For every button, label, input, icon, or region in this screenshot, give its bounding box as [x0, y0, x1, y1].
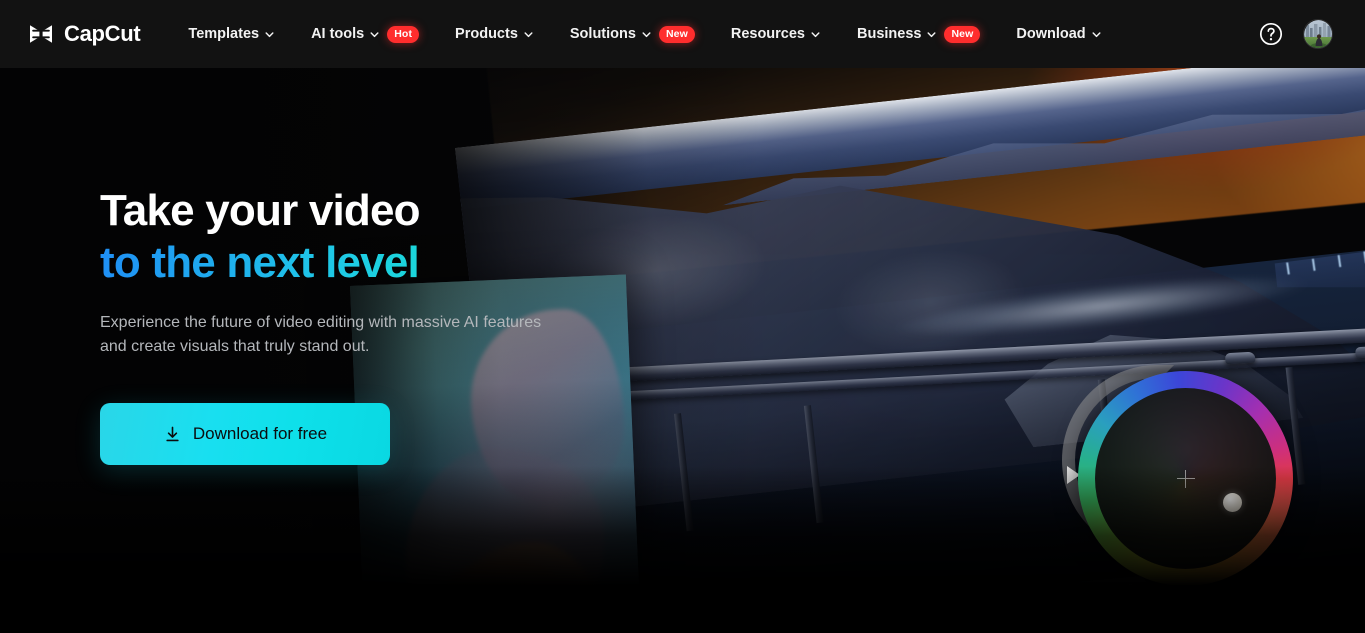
nav-badge-hot: Hot [387, 25, 420, 43]
headline-line-2: to the next level [100, 237, 620, 289]
color-wheel-center-crosshair-icon [1176, 469, 1195, 488]
nav-badge-new: New [944, 25, 981, 43]
color-wheel-handle[interactable] [1223, 493, 1242, 512]
brand-name: CapCut [64, 21, 141, 46]
nav-item-ai-tools[interactable]: AI tools Hot [293, 0, 437, 68]
nav-item-label: Business [857, 25, 922, 42]
hero-section: 13.99 105.19 112.97 Take your video to t… [0, 68, 1365, 586]
capcut-logo-icon [27, 23, 55, 45]
chevron-down-icon [926, 29, 937, 40]
nav-item-label: Resources [730, 25, 805, 42]
page-root: CapCut Templates AI tools Hot Products S… [0, 0, 1365, 633]
top-navigation-bar: CapCut Templates AI tools Hot Products S… [0, 0, 1365, 68]
chevron-down-icon [264, 29, 275, 40]
page-bottom-band [0, 586, 1365, 633]
chevron-down-icon [1091, 29, 1102, 40]
capcut-logo[interactable]: CapCut [27, 21, 141, 46]
nav-item-download[interactable]: Download [998, 0, 1119, 68]
nav-item-label: Solutions [569, 25, 636, 42]
chevron-down-icon [810, 29, 821, 40]
download-for-free-button[interactable]: Download for free [100, 403, 390, 466]
help-circle-icon[interactable] [1259, 22, 1283, 46]
nav-item-resources[interactable]: Resources [713, 0, 839, 68]
nav-item-label: Templates [188, 25, 260, 42]
nav-item-business[interactable]: Business New [839, 0, 998, 68]
headline-line-1: Take your video [100, 186, 421, 235]
nav-badge-new: New [658, 25, 695, 43]
nav-item-label: Download [1016, 25, 1086, 42]
chevron-down-icon [369, 29, 380, 40]
color-value-chip[interactable]: 13.99 [1072, 575, 1149, 586]
chevron-down-icon [641, 29, 652, 40]
chevron-down-icon [523, 29, 534, 40]
nav-item-solutions[interactable]: Solutions New [552, 0, 713, 68]
nav-right-actions [1259, 19, 1333, 49]
nav-item-templates[interactable]: Templates [170, 0, 293, 68]
download-button-label: Download for free [192, 424, 328, 444]
color-wheel-values: 13.99 105.19 112.97 [1070, 573, 1365, 586]
hero-subtitle: Experience the future of video editing w… [100, 313, 542, 356]
nav-item-products[interactable]: Products [437, 0, 552, 68]
nav-items: Templates AI tools Hot Products Solution… [170, 0, 1119, 68]
nav-item-label: Products [455, 25, 518, 42]
download-icon [163, 425, 182, 444]
color-wheel[interactable] [1062, 365, 1293, 586]
user-avatar-image[interactable] [1303, 19, 1333, 49]
nav-item-label: AI tools [311, 25, 365, 42]
hero-content: Take your video to the next level Experi… [100, 185, 620, 466]
page-title: Take your video to the next level [100, 185, 620, 289]
